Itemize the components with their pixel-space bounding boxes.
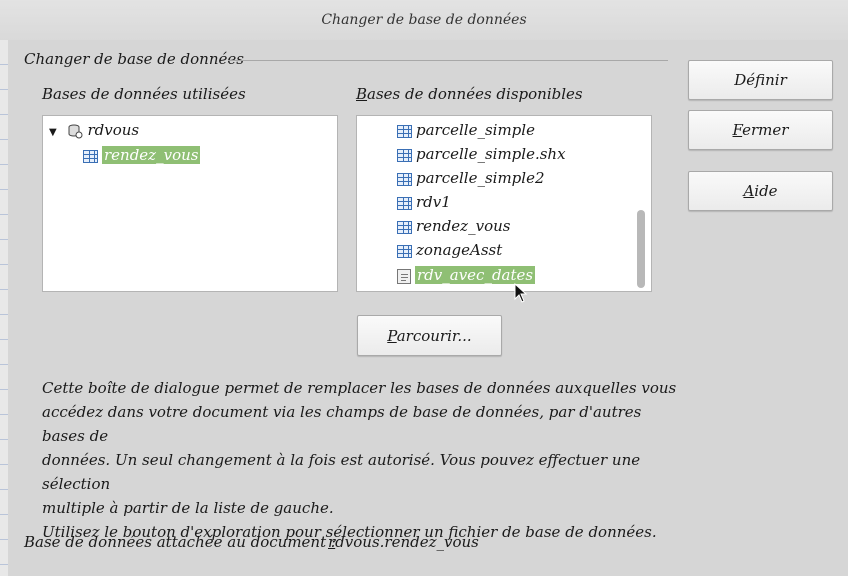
help-button[interactable]: Aide — [688, 171, 833, 211]
query-icon — [397, 268, 411, 284]
used-databases-tree[interactable]: ▼ rdvous rendez_vous — [42, 115, 338, 292]
background-sheet-edge — [0, 40, 8, 576]
available-databases-list[interactable]: parcelle_simple parcelle_simple.shx parc… — [356, 115, 652, 292]
list-item[interactable]: rdv1 — [397, 191, 451, 213]
attached-database-label: Base de données attachée au document : — [24, 533, 336, 551]
tree-root-label: rdvous — [87, 121, 140, 139]
browse-button[interactable]: Parcourir... — [357, 315, 502, 356]
list-scrollbar-thumb[interactable] — [637, 210, 645, 288]
attached-database-value: rdvous.rendez_vous — [328, 533, 479, 551]
database-link-icon — [68, 124, 83, 139]
list-item[interactable]: parcelle_simple2 — [397, 167, 545, 189]
list-item[interactable]: zonageAsst — [397, 239, 502, 261]
table-icon — [397, 172, 412, 186]
table-icon — [397, 196, 412, 210]
table-icon — [397, 244, 412, 258]
group-divider — [228, 60, 668, 61]
window-title: Changer de base de données — [321, 12, 527, 28]
available-databases-label: Bases de données disponibles — [356, 85, 583, 103]
tree-item-label: rendez_vous — [102, 146, 201, 164]
tree-item-rendez-vous[interactable]: rendez_vous — [83, 144, 201, 166]
group-title: Changer de base de données — [24, 50, 250, 68]
dialog-description: Cette boîte de dialogue permet de rempla… — [42, 379, 677, 541]
table-icon — [83, 149, 98, 163]
table-icon — [397, 148, 412, 162]
define-button[interactable]: Définir — [688, 60, 833, 100]
mouse-cursor-icon — [514, 283, 528, 303]
window-title-bar: Changer de base de données — [0, 0, 848, 40]
expand-triangle-icon[interactable]: ▼ — [49, 127, 57, 138]
table-icon — [397, 124, 412, 138]
close-button[interactable]: Fermer — [688, 110, 833, 150]
list-item[interactable]: parcelle_simple — [397, 119, 535, 141]
used-databases-label: Bases de données utilisées — [42, 85, 246, 103]
list-item[interactable]: rendez_vous — [397, 215, 510, 237]
tree-root-rdvous[interactable]: ▼ rdvous — [49, 119, 139, 141]
list-item[interactable]: parcelle_simple.shx — [397, 143, 566, 165]
table-icon — [397, 220, 412, 234]
